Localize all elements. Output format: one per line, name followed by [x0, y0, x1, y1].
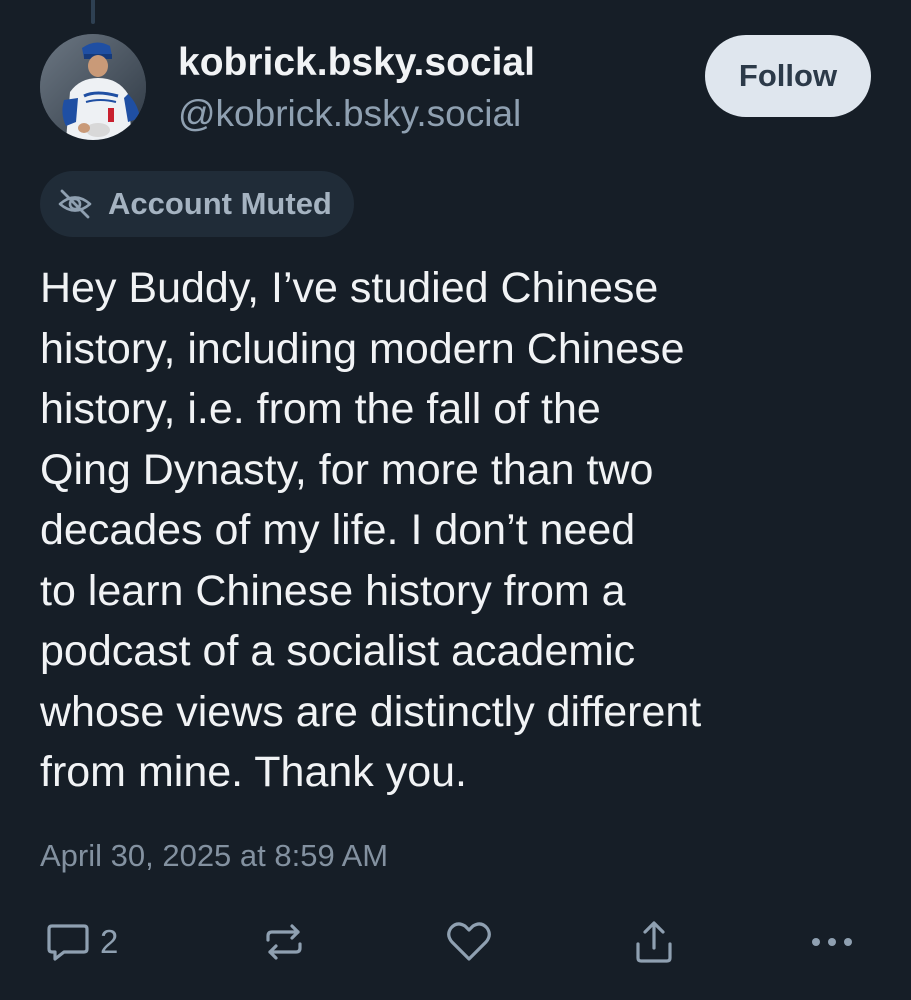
- like-icon: [447, 922, 491, 961]
- post-body-text: Hey Buddy, I’ve studied Chinese history,…: [40, 264, 702, 796]
- share-icon: [636, 921, 672, 963]
- repost-icon: [266, 924, 302, 960]
- account-muted-badge[interactable]: Account Muted: [40, 171, 354, 237]
- follow-button[interactable]: Follow: [705, 35, 871, 117]
- author-names: kobrick.bsky.social @kobrick.bsky.social: [178, 40, 535, 136]
- author-handle[interactable]: @kobrick.bsky.social: [178, 92, 535, 136]
- post-action-bar: 2: [0, 905, 911, 979]
- author-display-name[interactable]: kobrick.bsky.social: [178, 40, 535, 86]
- avatar[interactable]: [40, 34, 146, 140]
- like-button[interactable]: [444, 905, 494, 979]
- eye-slash-icon: [58, 189, 92, 219]
- repost-button[interactable]: [260, 905, 308, 979]
- more-options-button[interactable]: [806, 905, 858, 979]
- reply-count: 2: [100, 923, 119, 960]
- reply-button[interactable]: 2: [44, 905, 118, 979]
- share-button[interactable]: [630, 905, 678, 979]
- post-timestamp[interactable]: April 30, 2025 at 8:59 AM: [40, 838, 388, 874]
- account-muted-label: Account Muted: [108, 186, 332, 221]
- more-icon: [812, 938, 852, 946]
- thread-connector-line: [91, 0, 95, 24]
- post-header: kobrick.bsky.social @kobrick.bsky.social…: [40, 34, 871, 140]
- reply-icon: [47, 924, 89, 961]
